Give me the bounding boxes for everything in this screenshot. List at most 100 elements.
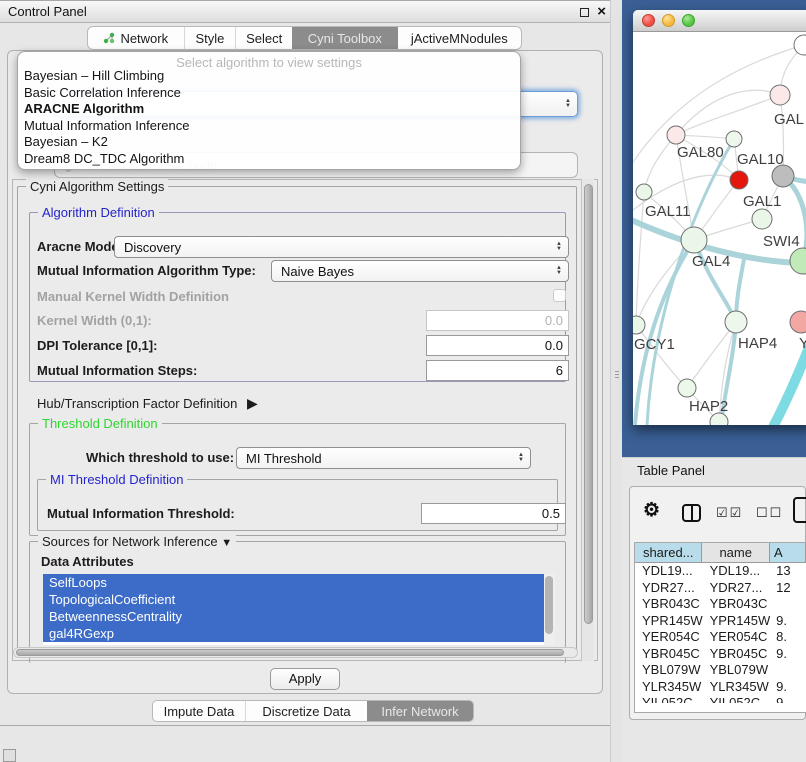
table-cell[interactable]: YLR345W [635,679,703,696]
attribute-list-item[interactable]: TopologicalCoefficient [43,591,555,608]
tab-cyni-toolbox[interactable]: Cyni Toolbox [292,27,398,49]
table-cell[interactable]: YER054C [703,629,771,646]
tab-network[interactable]: Network [88,27,184,49]
table-cell[interactable]: YDR27... [703,580,771,597]
table-cell[interactable]: 8. [770,629,806,646]
attribute-list-item[interactable]: BetweennessCentrality [43,608,555,625]
settings-scrollbar-thumb[interactable] [584,184,593,624]
network-edge[interactable] [644,135,676,192]
minimize-window-icon[interactable] [662,14,675,27]
data-attributes-list[interactable]: SelfLoopsTopologicalCoefficientBetweenne… [43,574,555,645]
algorithm-option[interactable]: Mutual Information Inference [18,118,520,135]
table-cell[interactable]: 9. [770,646,806,663]
kernel-width-field[interactable]: 0.0 [426,310,569,331]
algorithm-option[interactable]: Dream8 DC_TDC Algorithm [18,151,520,168]
table-cell[interactable] [770,662,806,679]
table-cell[interactable]: 9. [770,679,806,696]
node-gal10[interactable] [772,165,794,187]
aracne-mode-combobox[interactable]: Discovery ▲▼ [114,236,569,258]
apply-button[interactable]: Apply [270,668,340,690]
table-cell[interactable]: 12 [770,580,806,597]
table-settings-gear-icon[interactable]: ⚙ [643,499,660,522]
table-row[interactable]: YBR043CYBR043C [635,596,806,613]
tab-impute-data[interactable]: Impute Data [153,701,245,721]
table-row[interactable]: YBL079WYBL079W [635,662,806,679]
algorithm-option[interactable]: Bayesian – Hill Climbing [18,68,520,85]
list-scrollbar[interactable] [544,574,555,645]
table-row[interactable]: YIL052CYIL052C9 [635,695,806,703]
table-cell[interactable]: 9 [770,695,806,703]
node-gcy1[interactable] [633,316,645,334]
network-edge[interactable] [636,192,644,325]
table-row[interactable]: YER054CYER054C8. [635,629,806,646]
table-cell[interactable]: YPR145W [635,613,703,630]
table-cell[interactable]: YIL052C [635,695,703,703]
divider-handle-icon[interactable] [615,371,619,380]
algorithm-option[interactable]: Bayesian – K2 [18,134,520,151]
sources-title[interactable]: Sources for Network Inference ▼ [38,534,236,551]
dpi-tolerance-field[interactable]: 0.0 [426,335,569,356]
table-cell[interactable]: YIL052C [703,695,771,703]
manual-kernel-width-checkbox[interactable] [553,289,566,302]
network-edge[interactable] [676,95,780,135]
table-cell[interactable]: YPR145W [703,613,771,630]
node-gal80[interactable] [667,126,685,144]
mi-steps-field[interactable]: 6 [426,360,569,381]
tab-infer-network[interactable]: Infer Network [367,701,473,721]
export-table-icon[interactable] [793,497,806,523]
table-cell[interactable]: 9. [770,613,806,630]
node-swi4[interactable] [790,248,806,274]
column-visibility-icon[interactable] [682,504,701,522]
node-hap4[interactable] [725,311,747,333]
close-window-icon[interactable] [642,14,655,27]
which-threshold-combobox[interactable]: MI Threshold ▲▼ [236,447,531,469]
table-cell[interactable]: YLR345W [703,679,771,696]
table-cell[interactable]: YDL19... [635,563,703,580]
settings-hscrollbar-thumb[interactable] [16,649,564,656]
table-cell[interactable]: 13 [770,563,806,580]
table-cell[interactable]: YBR043C [635,596,703,613]
table-row[interactable]: YBR045CYBR045C9. [635,646,806,663]
table-cell[interactable]: YBR045C [703,646,771,663]
table-row[interactable]: YDR27...YDR27...12 [635,580,806,597]
tab-style[interactable]: Style [184,27,236,49]
hub-definition-toggle[interactable]: Hub/Transcription Factor Definition ▶ [37,392,258,415]
deselect-all-checkboxes-icon[interactable]: ☐☐ [756,505,783,521]
table-cell[interactable] [770,596,806,613]
table-cell[interactable]: YBR043C [703,596,771,613]
collapsed-panel-button[interactable] [3,749,16,762]
table-cell[interactable]: YDL19... [703,563,771,580]
node-y[interactable] [790,311,806,333]
panel-divider[interactable] [610,0,622,762]
algorithm-option[interactable]: Basic Correlation Inference [18,85,520,102]
node-gal11[interactable] [636,184,652,200]
network-canvas[interactable]: GALGAL80GAL10GAL1GAL11GAL4SWI4GCY1HAP4YH… [633,32,806,425]
table-cell[interactable]: YBL079W [703,662,771,679]
zoom-window-icon[interactable] [682,14,695,27]
float-window-icon[interactable] [580,8,589,17]
column-header-shared-name[interactable]: shared... [635,543,702,562]
node-gal1[interactable] [752,209,772,229]
table-row[interactable]: YPR145WYPR145W9. [635,613,806,630]
close-panel-icon[interactable]: × [597,2,606,22]
tab-discretize-data[interactable]: Discretize Data [245,701,367,721]
tab-select[interactable]: Select [235,27,292,49]
settings-horizontal-scrollbar[interactable] [13,647,578,658]
column-header-name[interactable]: name [702,543,769,562]
network-edge[interactable] [773,345,806,425]
table-cell[interactable]: YBL079W [635,662,703,679]
mi-threshold-field[interactable]: 0.5 [421,503,566,524]
node-top-right[interactable] [794,35,806,55]
node-red[interactable] [730,171,748,189]
select-all-checkboxes-icon[interactable]: ☑☑ [716,505,743,521]
table-row[interactable]: YDL19...YDL19...13 [635,563,806,580]
node-gal4[interactable] [681,227,707,253]
node-above-gal80[interactable] [726,131,742,147]
tab-jactivemnodules[interactable]: jActiveMNodules [398,27,521,49]
table-cell[interactable]: YBR045C [635,646,703,663]
node-hap2[interactable] [678,379,696,397]
attribute-list-item[interactable]: SelfLoops [43,574,555,591]
column-header-partial[interactable]: A [770,543,806,562]
settings-vertical-scrollbar[interactable] [581,179,594,661]
algorithm-option[interactable]: ARACNE Algorithm [18,101,520,118]
